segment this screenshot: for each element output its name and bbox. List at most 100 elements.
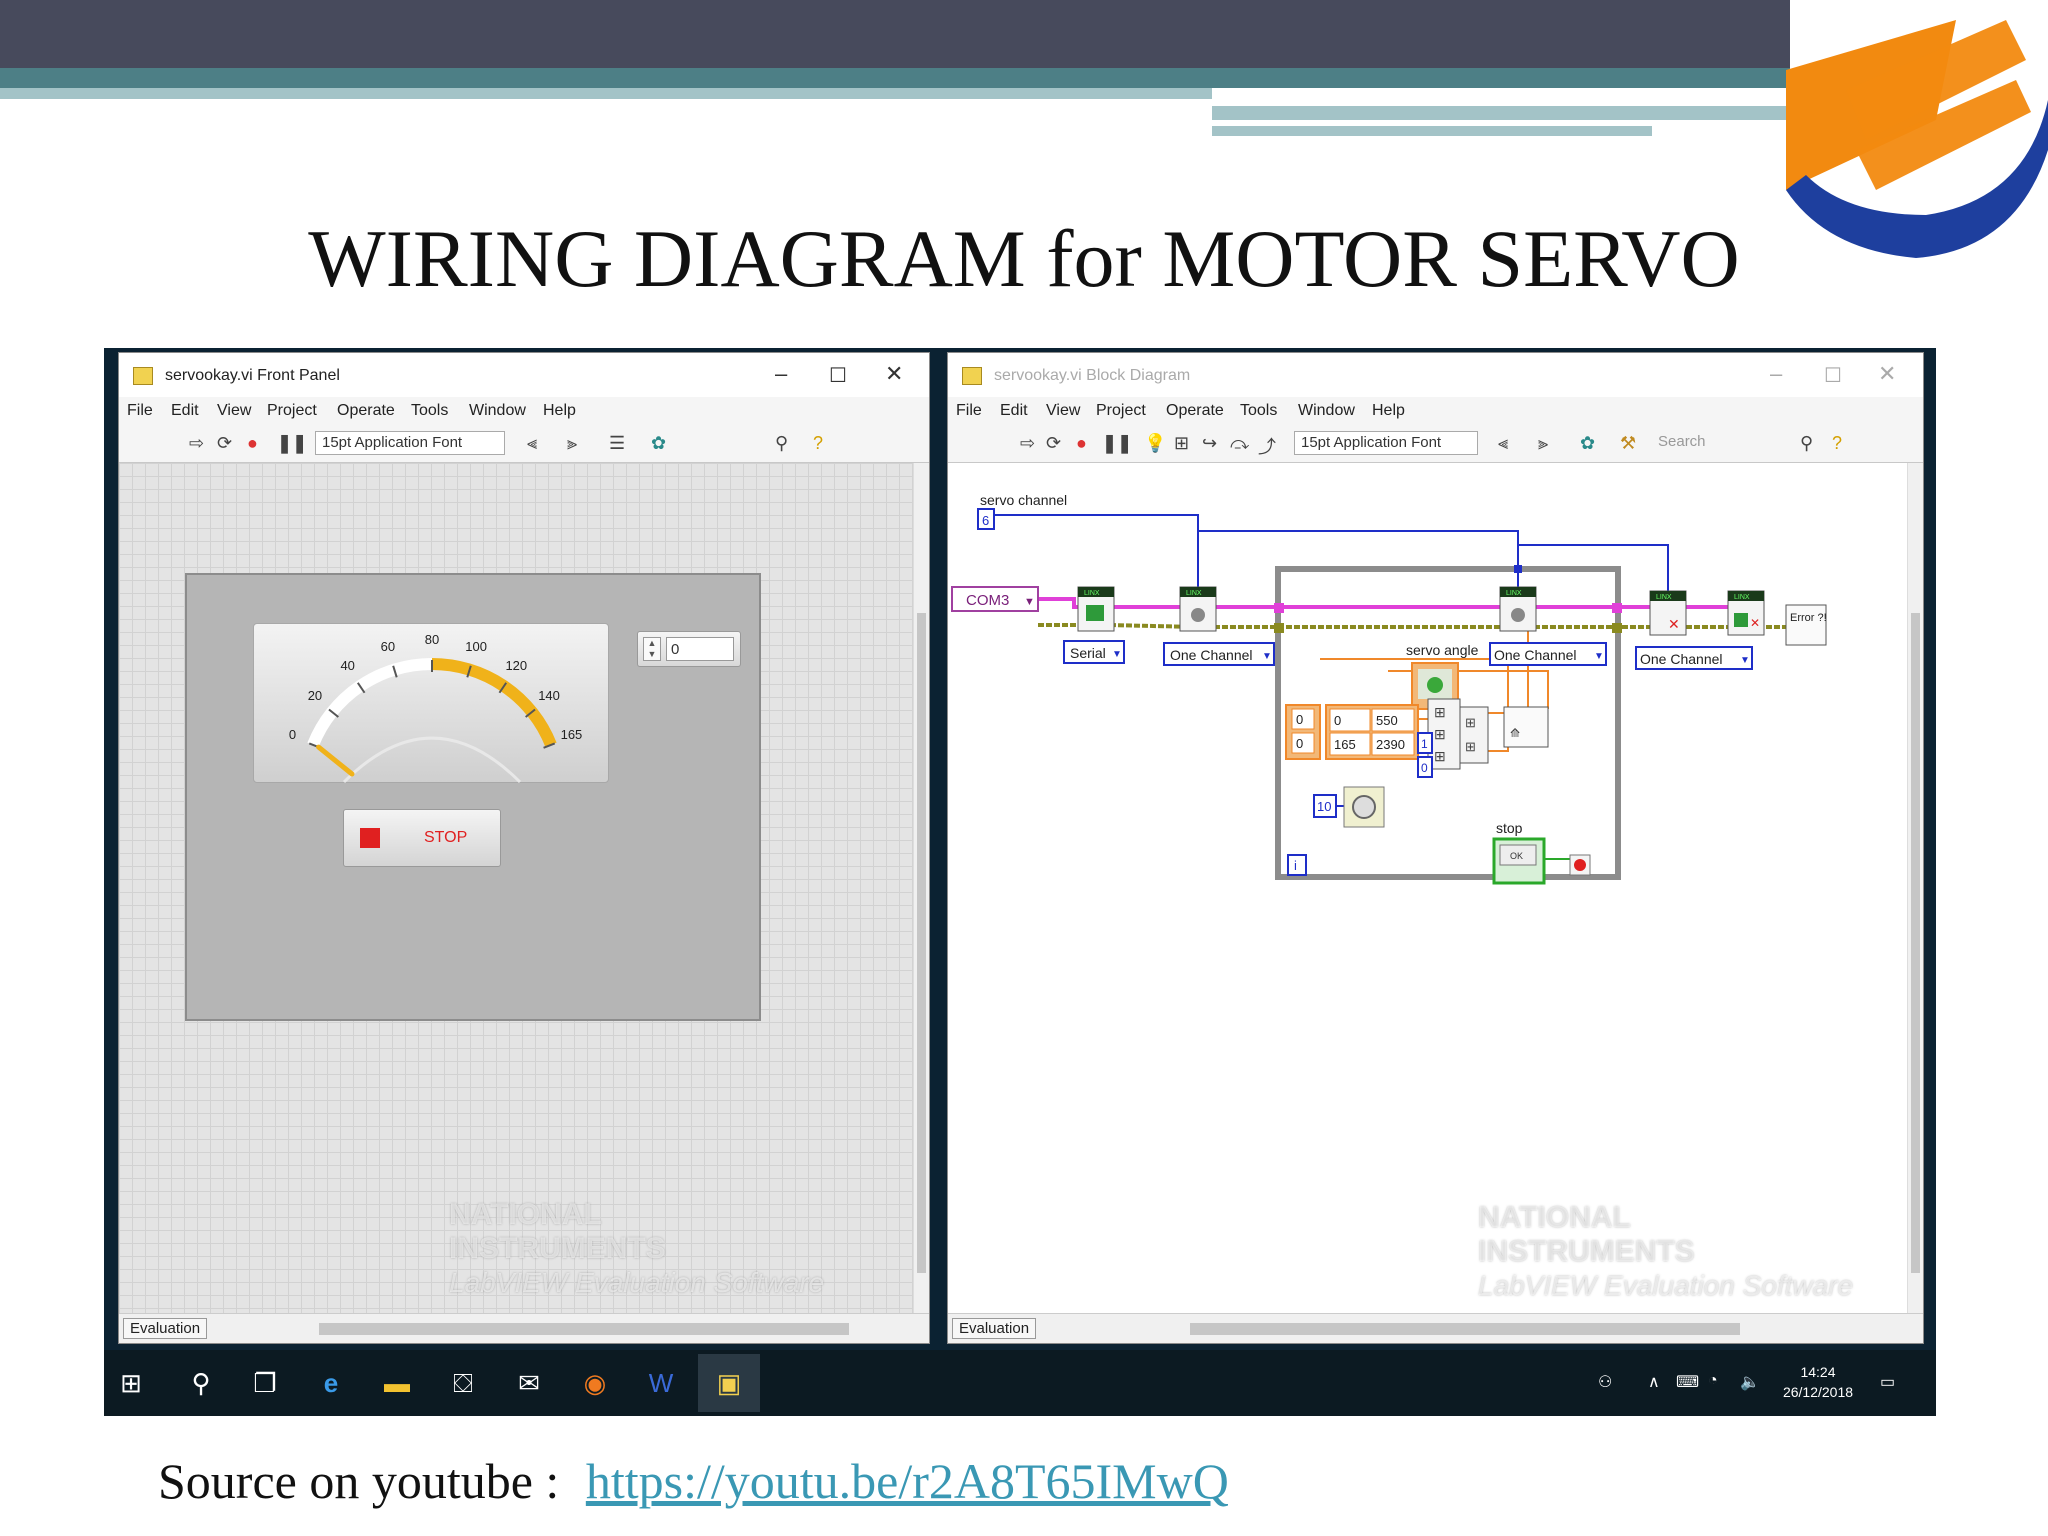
menu-help[interactable]: Help [1372,402,1405,420]
menu-tools[interactable]: Tools [1240,402,1277,420]
maximize-icon[interactable]: ☐ [1824,363,1842,388]
one-channel-selector[interactable]: One Channel ▼ [1489,642,1607,666]
step-out-icon[interactable]: ⤴ [1258,433,1276,459]
align-icon[interactable]: ⫷ [1498,433,1508,454]
horizontal-scrollbar[interactable] [1190,1323,1740,1335]
run-icon[interactable]: ⇨ [1020,433,1035,454]
slide-title: WIRING DIAGRAM for MOTOR SERVO [308,213,1740,304]
minimize-icon[interactable]: – [1770,361,1782,387]
task-view-icon[interactable]: ❐ [250,1368,280,1398]
menu-file[interactable]: File [956,402,982,420]
angle-numeric-control[interactable]: ▲ ▼ 0 [637,631,741,667]
menu-window[interactable]: Window [1298,402,1355,420]
highlight-execution-icon[interactable]: 💡 [1144,433,1166,454]
block-diagram-window[interactable]: servookay.vi Block Diagram – ☐ ✕ File Ed… [947,352,1924,1344]
align-icon[interactable]: ⫷ [527,433,537,454]
menu-project[interactable]: Project [267,402,317,420]
vertical-scrollbar[interactable] [913,463,929,1315]
maximize-icon[interactable]: ☐ [829,363,847,388]
menu-help[interactable]: Help [543,402,576,420]
menu-edit[interactable]: Edit [1000,402,1028,420]
resize-icon[interactable]: ☰ [609,433,625,454]
store-icon[interactable]: ⛋ [448,1368,478,1398]
scale-table-constant[interactable]: 0 550 165 2390 [1325,704,1419,760]
menu-view[interactable]: View [217,402,251,420]
ime-icon[interactable]: ⌨ [1676,1372,1699,1392]
edge-browser-icon[interactable]: e [316,1368,346,1398]
search-input[interactable]: Search [1654,431,1744,455]
source-link[interactable]: https://youtu.be/r2A8T65IMwQ [586,1453,1229,1509]
menu-operate[interactable]: Operate [337,402,395,420]
abort-icon[interactable]: ● [1076,433,1087,454]
volume-icon[interactable]: 🔈 [1740,1372,1760,1392]
run-icon[interactable]: ⇨ [189,433,204,454]
run-continuously-icon[interactable]: ⟳ [217,433,232,454]
abort-icon[interactable]: ● [247,433,258,454]
block-diagram-titlebar[interactable]: servookay.vi Block Diagram – ☐ ✕ [948,353,1923,397]
front-panel-window[interactable]: servookay.vi Front Panel – ☐ ✕ File Edit… [118,352,930,1344]
menu-file[interactable]: File [127,402,153,420]
distribute-icon[interactable]: ⫸ [567,433,577,454]
step-over-icon[interactable]: ⤼ [1230,433,1249,454]
cleanup-diagram-icon[interactable]: ⚒ [1620,433,1636,454]
help-icon[interactable]: ? [813,433,823,454]
menu-project[interactable]: Project [1096,402,1146,420]
angle-value[interactable]: 0 [666,637,734,661]
menu-edit[interactable]: Edit [171,402,199,420]
linx-close-node[interactable]: LINX ✕ [1727,590,1765,636]
search-icon[interactable]: ⚲ [1800,433,1813,454]
file-explorer-icon[interactable]: ▬ [382,1368,412,1398]
system-clock[interactable]: 14:24 26/12/2018 [1768,1362,1868,1402]
retain-wire-values-icon[interactable]: ⊞ [1174,433,1189,454]
scale-array-constant[interactable]: 0 0 [1285,704,1321,760]
mail-icon[interactable]: ✉ [514,1368,544,1398]
distribute-icon[interactable]: ⫸ [1538,433,1548,454]
stop-button[interactable]: STOP [343,809,501,867]
people-icon[interactable]: ⚇ [1598,1372,1612,1392]
menu-window[interactable]: Window [469,402,526,420]
search-icon[interactable]: ⚲ [186,1368,216,1398]
notification-icon[interactable]: ▭ [1880,1372,1895,1392]
windows-start-icon[interactable]: ⊞ [116,1368,146,1398]
font-selector[interactable]: 15pt Application Font [1294,431,1478,455]
step-into-icon[interactable]: ↪ [1202,433,1217,454]
close-icon[interactable]: ✕ [1878,361,1896,387]
run-continuously-icon[interactable]: ⟳ [1046,433,1061,454]
pause-icon[interactable]: ❚❚ [277,433,307,454]
menu-view[interactable]: View [1046,402,1080,420]
menu-operate[interactable]: Operate [1166,402,1224,420]
error-handler-node[interactable]: Error ?! [1785,604,1827,646]
wait-ms-node[interactable] [1343,786,1385,828]
servo-angle-gauge[interactable]: 0 20 40 60 80 100 120 140 165 [253,623,609,784]
increment-decrement-icon[interactable]: ▲ ▼ [643,637,661,661]
font-selector[interactable]: 15pt Application Font [315,431,505,455]
reorder-icon[interactable]: ✿ [651,433,666,454]
help-icon[interactable]: ? [1832,433,1842,454]
linx-open-node[interactable]: LINX [1077,586,1115,632]
stop-terminal[interactable]: OK [1492,837,1546,885]
serial-selector[interactable]: Serial ▼ [1063,640,1125,664]
linx-servo-close-node[interactable]: LINX ✕ [1649,590,1687,636]
front-panel-titlebar[interactable]: servookay.vi Front Panel – ☐ ✕ [119,353,929,397]
firefox-icon[interactable]: ◉ [580,1368,610,1398]
linx-servo-open-node[interactable]: LINX [1179,586,1217,632]
vertical-scrollbar[interactable] [1907,463,1923,1315]
interpolate-node[interactable]: ⊞ ⊞ [1459,706,1489,764]
labview-icon[interactable]: ▣ [714,1368,744,1398]
close-icon[interactable]: ✕ [885,361,903,387]
linx-servo-set-node[interactable]: LINX [1499,586,1537,632]
horizontal-scrollbar[interactable] [319,1323,849,1335]
stop-led [360,828,380,848]
pause-icon[interactable]: ❚❚ [1102,433,1132,454]
reorder-icon[interactable]: ✿ [1580,433,1595,454]
minimize-icon[interactable]: – [775,361,787,387]
menu-tools[interactable]: Tools [411,402,448,420]
one-channel-selector[interactable]: One Channel ▼ [1635,646,1753,670]
scale-function-node[interactable]: ⟰ [1503,706,1549,748]
loop-condition-icon[interactable] [1569,854,1591,876]
show-hidden-icons[interactable]: ∧ [1648,1372,1660,1392]
search-icon[interactable]: ⚲ [775,433,788,454]
one-channel-selector[interactable]: One Channel ▼ [1163,642,1275,666]
wifi-icon[interactable]: ◔ [1708,1372,1718,1390]
word-icon[interactable]: W [646,1368,676,1398]
